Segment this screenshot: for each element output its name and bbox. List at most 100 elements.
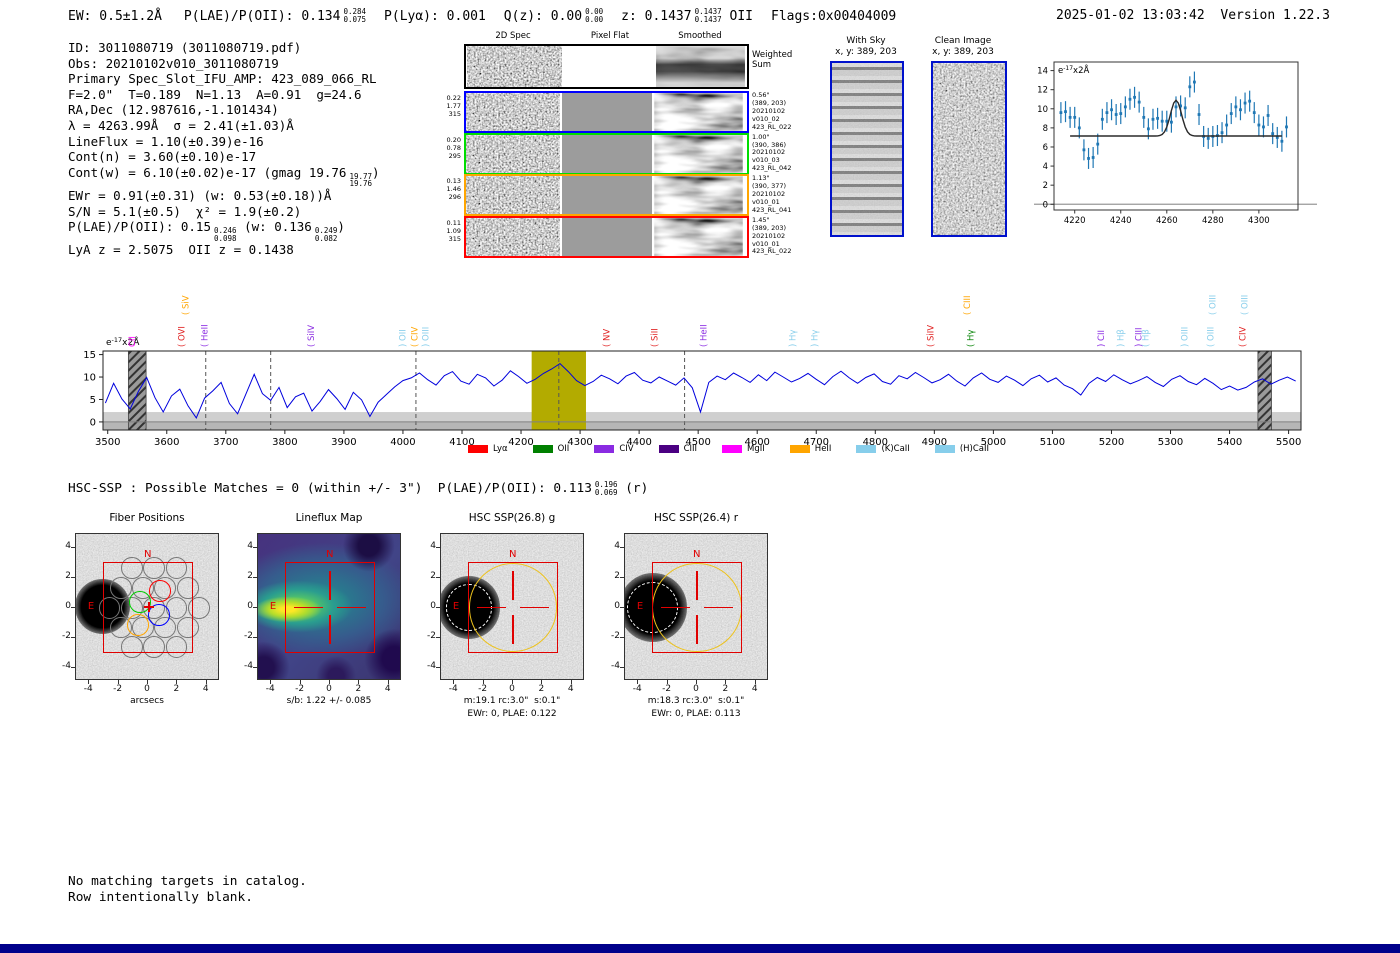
fiber-row-left-line: 315 bbox=[448, 234, 461, 243]
svg-text:( Hβ: ( Hβ bbox=[1142, 329, 1152, 347]
panel-caption: m:18.3 rc:3.0" s:0.1" bbox=[647, 696, 745, 706]
catalog-note: No matching targets in catalog. Row inte… bbox=[68, 874, 307, 905]
info-line: Cont(w) = 6.10(±0.02)e-17 (gmag 19.76 19.… bbox=[68, 165, 380, 188]
info-line: Primary Spec_Slot_IFU_AMP: 423_089_066_R… bbox=[68, 71, 380, 87]
timestamp: 2025-01-02 13:03:42 bbox=[1056, 8, 1205, 23]
x-tick-label: 4 bbox=[384, 684, 391, 694]
legend-swatch bbox=[658, 445, 679, 453]
full-spectrum-plot: 3500 3600 3700 3800 3900 4000 4100 4200 4300 4400… bbox=[60, 268, 1350, 468]
pixel-flat-strip bbox=[562, 176, 652, 215]
cutout-coords: x, y: 389, 203 bbox=[932, 47, 994, 57]
legend-label: CIV bbox=[619, 444, 634, 454]
legend-label: HeII bbox=[814, 444, 832, 454]
fiber-row-left-line: 0.78 bbox=[446, 143, 461, 152]
info-line: ID: 3011080719 (3011080719.pdf) bbox=[68, 40, 380, 56]
stat-text: LyA z = 2.5075 OII z = 0.1438 bbox=[68, 242, 294, 258]
x-tick-label: -4 bbox=[265, 684, 275, 694]
fiber-row-right-line: 423_RL_042 bbox=[752, 164, 792, 173]
svg-text:( HeII: ( HeII bbox=[201, 324, 211, 347]
legend-item: MgII bbox=[722, 444, 765, 454]
panel-image-fiber: NE bbox=[75, 533, 219, 680]
y-tick-mark bbox=[71, 666, 75, 668]
ts-gap bbox=[1205, 8, 1221, 23]
lo-value: 19.76 bbox=[349, 179, 373, 189]
legend-swatch bbox=[934, 445, 955, 453]
x-tick-label: -4 bbox=[632, 684, 642, 694]
x-tick-label: 0 bbox=[693, 684, 699, 694]
svg-text:3800: 3800 bbox=[272, 437, 297, 448]
stat-text: P(Lyα): 0.001 bbox=[384, 8, 486, 24]
panel-title: Lineflux Map bbox=[295, 512, 363, 524]
fiber-row-left-line: 0.20 bbox=[446, 135, 461, 144]
svg-text:( Hγ: ( Hγ bbox=[966, 330, 976, 347]
svg-text:4240: 4240 bbox=[1110, 216, 1132, 226]
noise-texture bbox=[654, 134, 743, 173]
info-line: λ = 4263.99Å σ = 2.41(±1.03)Å bbox=[68, 118, 380, 134]
x-tick-label: 0 bbox=[326, 684, 332, 694]
y-tick-label: -4 bbox=[427, 661, 436, 671]
y-tick-mark bbox=[436, 666, 440, 668]
svg-text:( OIII: ( OIII bbox=[1240, 295, 1250, 315]
noise-texture bbox=[466, 93, 560, 131]
cutout-title-line: With Sky bbox=[846, 36, 886, 46]
legend-item: CIII bbox=[658, 444, 698, 454]
compass-north: N bbox=[509, 549, 516, 560]
svg-text:5100: 5100 bbox=[1040, 437, 1065, 448]
x-tick-label: -2 bbox=[113, 684, 123, 694]
svg-text:10: 10 bbox=[83, 373, 96, 384]
svg-text:) OII: ) OII bbox=[398, 329, 408, 347]
y-tick-mark bbox=[620, 606, 624, 608]
y-tick-label: 2 bbox=[247, 571, 253, 581]
info-line: RA,Dec (12.987616,-1.101434) bbox=[68, 102, 380, 118]
stat-text: EWr = 0.91(±0.31) (w: 0.53(±0.18))Å bbox=[68, 187, 332, 203]
panel-caption2: EWr: 0, PLAE: 0.113 bbox=[651, 709, 741, 719]
y-tick-label: 2 bbox=[65, 571, 71, 581]
y-tick-label: 0 bbox=[614, 601, 620, 611]
legend-label: CIII bbox=[683, 444, 698, 454]
compass-north: N bbox=[144, 549, 151, 560]
legend-item: Lyα bbox=[468, 444, 508, 454]
info-line: Obs: 20210102v010_3011080719 bbox=[68, 56, 380, 72]
svg-text:e-17x2Å: e-17x2Å bbox=[1058, 64, 1089, 76]
x-tick-label: -2 bbox=[662, 684, 672, 694]
svg-text:5500: 5500 bbox=[1276, 437, 1301, 448]
fiber-row-left-line: 295 bbox=[448, 151, 461, 160]
hi-lo-range: 19.77 19.76 bbox=[349, 173, 372, 188]
compass-north: N bbox=[326, 549, 333, 560]
fiber-row-right-labels: 0.56" (389, 203) 20210102 v010_02 423_RL_022 bbox=[752, 91, 822, 132]
smoothed-dark-band bbox=[656, 46, 745, 87]
noise-texture bbox=[466, 176, 560, 215]
info-line: P(LAE)/P(OII): 0.15 0.246 0.098 (w: 0.136 0… bbox=[68, 219, 380, 242]
y-tick-label: -2 bbox=[244, 631, 253, 641]
fiber-row-left-line: 1.77 bbox=[446, 102, 461, 110]
extraction-region-square bbox=[103, 561, 193, 654]
stat-text: OII bbox=[721, 8, 754, 24]
y-tick-mark bbox=[620, 546, 624, 548]
panel-title: Fiber Positions bbox=[109, 512, 185, 524]
noise-texture bbox=[466, 217, 560, 256]
panel-image-hsc: NE bbox=[624, 533, 768, 680]
info-line: Cont(n) = 3.60(±0.10)e-17 bbox=[68, 149, 380, 165]
fiber-2d-strip bbox=[464, 132, 749, 175]
y-tick-mark bbox=[436, 576, 440, 578]
cutout-title: Clean Image x, y: 389, 203 bbox=[908, 36, 1018, 58]
stat-text: P(LAE)/P(OII): 0.134 bbox=[183, 8, 341, 24]
stat-text: ) bbox=[337, 219, 345, 235]
compass-east: E bbox=[270, 601, 276, 612]
fiber-2d-strip bbox=[464, 174, 749, 217]
elixer-report: EW: 0.5±1.2Å P(LAE)/P(OII): 0.134 0.284 0.0… bbox=[0, 0, 1400, 953]
cutout-title: With Sky x, y: 389, 203 bbox=[811, 36, 921, 58]
y-tick-label: 0 bbox=[65, 601, 71, 611]
pixel-flat-blank bbox=[564, 46, 654, 87]
svg-text:4220: 4220 bbox=[1064, 216, 1086, 226]
fiber-2d-strip bbox=[464, 215, 749, 258]
compass-east: E bbox=[88, 601, 94, 612]
weighted-sum-label: Weighted Sum bbox=[752, 50, 792, 70]
svg-text:( CIV: ( CIV bbox=[1238, 327, 1248, 347]
x-tick-label: 4 bbox=[202, 684, 209, 694]
legend-swatch bbox=[468, 445, 488, 453]
svg-text:CII: CII bbox=[128, 336, 138, 347]
y-tick-mark bbox=[253, 666, 257, 668]
hi-lo-range: 0.246 0.098 bbox=[214, 227, 237, 242]
info-line: LineFlux = 1.10(±0.39)e-16 bbox=[68, 134, 380, 150]
